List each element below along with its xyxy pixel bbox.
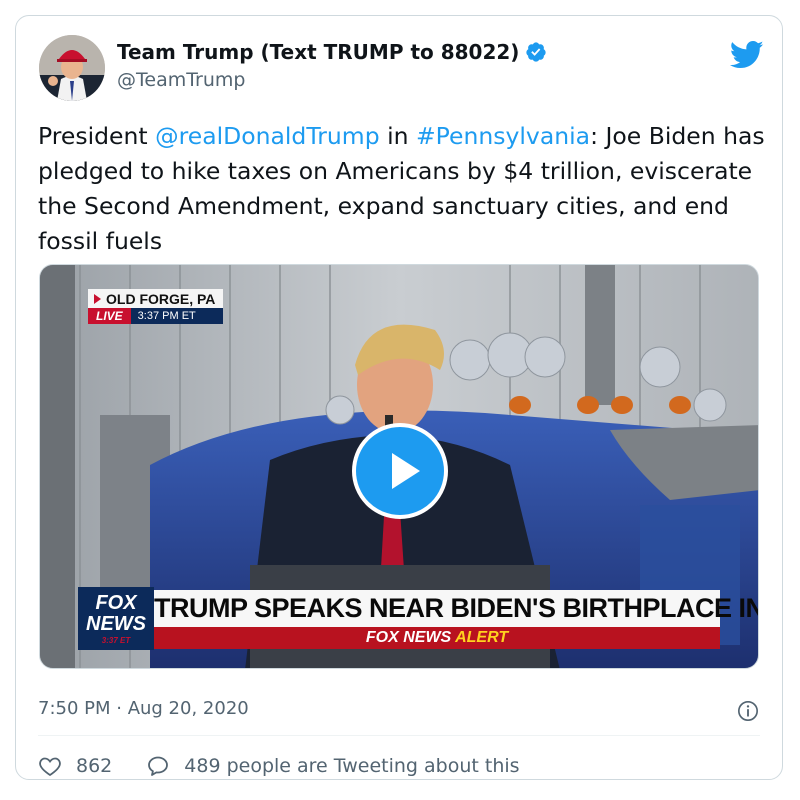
heart-icon [39, 757, 61, 777]
tweet-text-segment: President [38, 122, 156, 150]
avatar[interactable] [39, 35, 105, 101]
fox-news-logo: FOX NEWS 3:37 ET [78, 587, 154, 650]
verified-badge-icon [526, 42, 547, 62]
fox-logo-line2: NEWS [86, 613, 146, 635]
tweet-text-segment: in [379, 122, 416, 150]
alert-word: ALERT [455, 629, 509, 646]
tweet-timestamp[interactable]: 7:50 PM · Aug 20, 2020 [38, 698, 249, 719]
hashtag-link[interactable]: #Pennsylvania [416, 122, 590, 150]
speech-bubble-icon [148, 756, 169, 776]
location-arrow-icon [94, 294, 101, 304]
video-media[interactable]: OLD FORGE, PA LIVE 3:37 PM ET FOX NEWS 3… [39, 264, 759, 669]
tweet-actions: 862 489 people are Tweeting about this [38, 754, 520, 778]
live-bar: LIVE 3:37 PM ET [88, 308, 224, 324]
play-button[interactable] [352, 423, 448, 519]
location-text: OLD FORGE, PA [106, 291, 216, 307]
mention-link[interactable]: @realDonaldTrump [155, 122, 380, 150]
news-alert-bar: FOX NEWS ALERT [154, 627, 720, 649]
divider [38, 735, 760, 736]
twitter-bird-icon[interactable] [730, 40, 764, 70]
like-button[interactable]: 862 [38, 754, 112, 778]
info-icon[interactable] [737, 700, 759, 722]
author-name[interactable]: Team Trump (Text TRUMP to 88022) [117, 40, 519, 64]
tweet-card: Team Trump (Text TRUMP to 88022) @TeamTr… [15, 15, 783, 780]
reply-discussion-link[interactable]: 489 people are Tweeting about this [146, 754, 520, 778]
fox-logo-time: 3:37 ET [101, 636, 131, 645]
location-label: OLD FORGE, PA [88, 289, 224, 308]
play-icon [392, 453, 420, 489]
fox-logo-line1: FOX [95, 592, 137, 614]
author-handle[interactable]: @TeamTrump [117, 69, 245, 91]
location-lower-third: OLD FORGE, PA LIVE 3:37 PM ET [88, 289, 224, 324]
alert-network: FOX NEWS [365, 629, 452, 646]
reply-text: 489 people are Tweeting about this [184, 755, 520, 777]
tweet-text: President @realDonaldTrump in #Pennsylva… [38, 119, 768, 259]
news-headline: TRUMP SPEAKS NEAR BIDEN'S BIRTHPLACE IN … [154, 590, 758, 627]
live-badge: LIVE [88, 308, 131, 324]
live-time: 3:37 PM ET [137, 310, 196, 322]
author-row: Team Trump (Text TRUMP to 88022) [117, 40, 547, 64]
like-count: 862 [76, 755, 113, 777]
